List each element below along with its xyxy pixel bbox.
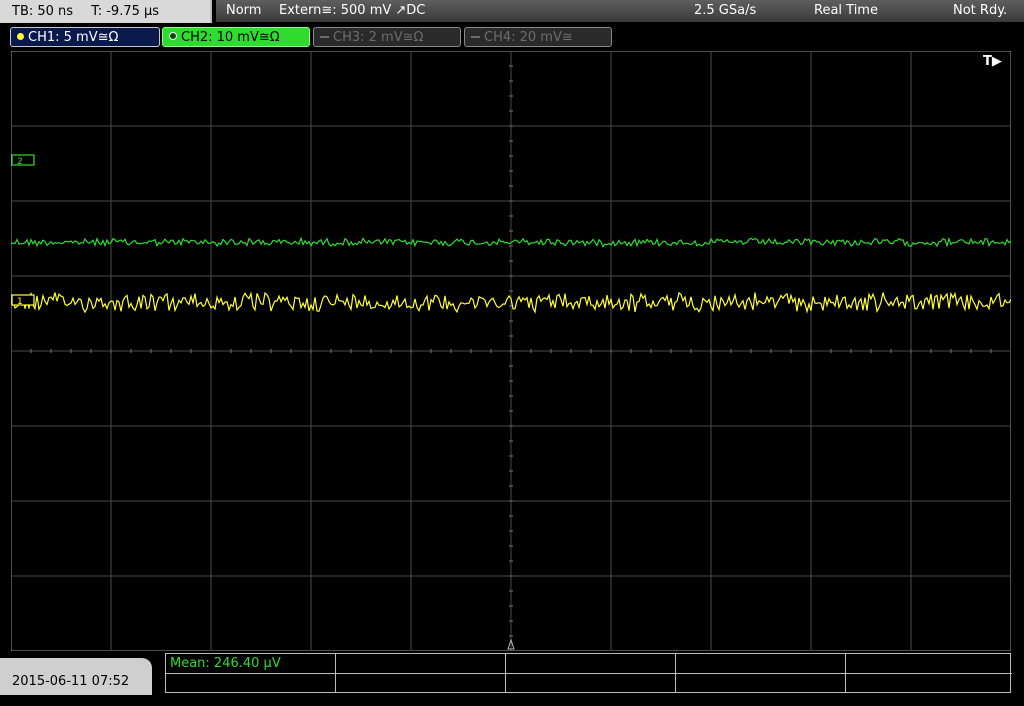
measurement-cell[interactable] (846, 674, 1012, 693)
channel-1-offset-marker[interactable] (11, 294, 35, 306)
acquisition-mode: Real Time (814, 3, 878, 18)
trigger-mode: Norm (226, 3, 262, 18)
measurement-cell[interactable] (336, 654, 506, 674)
channel-bar: CH1: 5 mV≅Ω CH2: 10 mV≅Ω CH3: 2 mV≅Ω CH4… (0, 26, 1024, 48)
measurement-cell[interactable] (506, 674, 676, 693)
measurement-cell[interactable] (676, 674, 846, 693)
measurement-cell[interactable] (336, 674, 506, 693)
trigger-status-strip[interactable]: Norm Extern≅: 500 mV ↗DC 2.5 GSa/s Real … (216, 0, 1024, 22)
measurement-cell[interactable] (846, 654, 1012, 674)
date-time-label: 2015-06-11 07:52 (12, 674, 130, 689)
channel-3-tab[interactable]: CH3: 2 mV≅Ω (313, 27, 461, 47)
measurement-cell[interactable]: Mean: 246.40 µV (166, 654, 336, 674)
measurement-cell[interactable] (506, 654, 676, 674)
channel-2-marker-label: 2 (17, 157, 23, 167)
channel-3-label: CH3: 2 mV≅Ω (333, 30, 424, 45)
channel-2-label: CH2: 10 mV≅Ω (181, 30, 280, 45)
timebase-box[interactable]: TB: 50 ns T: -9.75 µs (0, 0, 212, 23)
channel-4-tab[interactable]: CH4: 20 mV≅ (464, 27, 612, 47)
waveform-display[interactable]: T▶ 2 1 (11, 51, 1011, 651)
channel-2-dot-icon (169, 32, 177, 40)
trigger-source: Extern≅: 500 mV ↗DC (279, 3, 426, 18)
acquisition-status: Not Rdy. (953, 3, 1008, 18)
channel-2-tab[interactable]: CH2: 10 mV≅Ω (162, 27, 310, 47)
mean-measurement: Mean: 246.40 µV (170, 656, 281, 671)
sample-rate: 2.5 GSa/s (694, 3, 757, 18)
channel-2-offset-marker[interactable] (11, 154, 35, 166)
timebase-label: TB: 50 ns (12, 4, 74, 19)
date-time-display[interactable]: 2015-06-11 07:52 (0, 658, 152, 695)
channel-1-tab[interactable]: CH1: 5 mV≅Ω (10, 27, 160, 47)
channel-1-label: CH1: 5 mV≅Ω (28, 30, 119, 45)
measurement-table[interactable]: Mean: 246.40 µV (165, 653, 1012, 693)
channel-3-dash-icon (320, 36, 329, 38)
top-status-bar: TB: 50 ns T: -9.75 µs Norm Extern≅: 500 … (0, 0, 1024, 24)
trigger-time-label: T: -9.75 µs (91, 4, 160, 19)
channel-1-dot-icon (17, 33, 24, 40)
channel-4-dash-icon (471, 36, 480, 38)
trigger-position-marker[interactable]: T▶ (983, 54, 1002, 69)
channel-4-label: CH4: 20 mV≅ (484, 30, 573, 45)
measurement-cell[interactable] (166, 674, 336, 693)
measurement-cell[interactable] (676, 654, 846, 674)
channel-1-marker-label: 1 (17, 297, 23, 307)
